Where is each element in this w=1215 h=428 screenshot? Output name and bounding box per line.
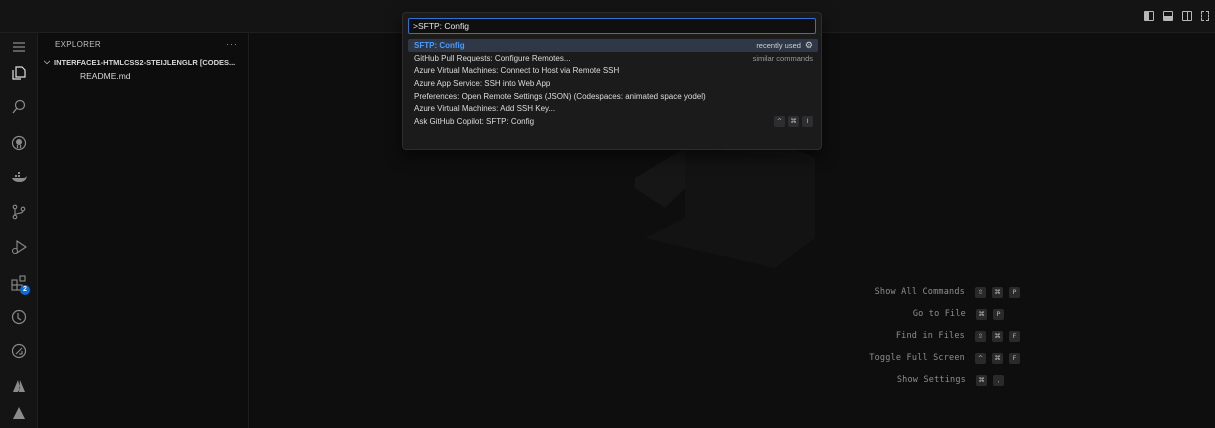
key-cap: ⇧ [975,330,986,342]
key-cap: ⌘ [992,330,1003,342]
command-item[interactable]: Azure Virtual Machines: Add SSH Key... [408,102,818,115]
chevron-down-icon: ⌵ [44,57,51,66]
azure-icon[interactable] [0,372,38,400]
shortcut-label: Go to File [912,309,966,319]
remote-explorer-icon[interactable] [0,337,38,365]
more-actions-icon[interactable]: ··· [226,39,238,49]
explorer-sidebar: EXPLORER ··· ⌵ INTERFACE1-HTMLCSS2-STEIJ… [38,33,249,428]
key-cap: ⌘ [976,374,987,386]
command-item-meta: recently used [756,40,801,50]
github-icon[interactable] [0,129,38,157]
keybinding: ^ ⌘ I [774,115,813,127]
shortcut-label: Toggle Full Screen [869,353,965,363]
shortcut-row[interactable]: Find in Files ⇧ ⌘ F [550,325,1020,347]
key-cap: ⌘ [976,308,987,320]
deploy-icon[interactable] [0,399,38,427]
customize-layout-icon[interactable] [1201,11,1209,21]
command-item-label: Preferences: Open Remote Settings (JSON)… [414,91,706,101]
command-item[interactable]: Azure App Service: SSH into Web App [408,77,818,90]
key-cap: F [1009,330,1020,342]
toggle-sidebar-icon[interactable] [1144,11,1154,21]
run-debug-icon[interactable] [0,233,38,261]
key-cap: , [993,374,1004,386]
shortcut-row[interactable]: Go to File ⌘ P [550,303,1020,325]
explorer-header: EXPLORER ··· [38,33,248,55]
command-item-label: Ask GitHub Copilot: SFTP: Config [414,116,535,126]
explorer-title: EXPLORER [55,39,101,49]
key-cap: P [1009,286,1020,298]
command-item-meta: similar commands [752,53,813,63]
extensions-badge: 2 [20,285,30,295]
command-item[interactable]: Azure Virtual Machines: Connect to Host … [408,64,818,77]
shortcut-label: Find in Files [895,331,965,341]
command-item-label: SFTP: Config [414,40,465,50]
key-cap: P [993,308,1004,320]
command-item[interactable]: Ask GitHub Copilot: SFTP: Config ^ ⌘ I [408,115,818,128]
file-item-label: README.md [80,71,131,81]
explorer-icon[interactable] [0,59,38,87]
shortcut-row[interactable]: Toggle Full Screen ^ ⌘ F [550,347,1020,369]
command-item[interactable]: Preferences: Open Remote Settings (JSON)… [408,90,818,103]
shortcut-label: Show All Commands [874,287,965,297]
workspace-folder[interactable]: ⌵ INTERFACE1-HTMLCSS2-STEIJLENGLR [CODES… [38,55,248,69]
command-palette-list: SFTP: Config recently used ⚙ GitHub Pull… [408,39,818,128]
key-cap: ⌘ [992,352,1003,364]
command-item-label: Azure Virtual Machines: Add SSH Key... [414,104,556,114]
key-cap: ⇧ [975,286,986,298]
menu-icon[interactable] [0,33,38,61]
command-item-label: GitHub Pull Requests: Configure Remotes.… [414,53,571,63]
welcome-shortcuts: Show All Commands ⇧ ⌘ P Go to File ⌘ P F… [550,281,1020,391]
shortcut-label: Show Settings [896,375,966,385]
command-item[interactable]: SFTP: Config recently used ⚙ [408,39,818,52]
command-palette: SFTP: Config recently used ⚙ GitHub Pull… [402,12,822,150]
source-control-icon[interactable] [0,198,38,226]
key-cap: I [802,115,813,127]
key-cap: ⌘ [992,286,1003,298]
extensions-icon[interactable]: 2 [0,269,38,297]
timeline-icon[interactable] [0,303,38,331]
key-cap: ^ [774,115,785,127]
gear-icon[interactable]: ⚙ [805,40,813,51]
workspace-folder-label: INTERFACE1-HTMLCSS2-STEIJLENGLR [CODES..… [54,57,236,67]
command-item[interactable]: GitHub Pull Requests: Configure Remotes.… [408,52,818,65]
file-item[interactable]: README.md [38,69,248,83]
shortcut-row[interactable]: Show Settings ⌘ , [550,369,1020,391]
shortcut-row[interactable]: Show All Commands ⇧ ⌘ P [550,281,1020,303]
search-icon[interactable] [0,93,38,121]
key-cap: ⌘ [788,115,799,127]
command-palette-input[interactable] [408,18,816,34]
activity-bar: 2 [0,33,38,428]
command-item-label: Azure Virtual Machines: Connect to Host … [414,66,620,76]
toggle-panel-icon[interactable] [1163,11,1173,21]
key-cap: F [1009,352,1020,364]
docker-icon[interactable] [0,164,38,192]
command-item-label: Azure App Service: SSH into Web App [414,78,551,88]
layout-controls [1144,11,1209,21]
key-cap: ^ [975,352,986,364]
toggle-secondary-sidebar-icon[interactable] [1182,11,1192,21]
